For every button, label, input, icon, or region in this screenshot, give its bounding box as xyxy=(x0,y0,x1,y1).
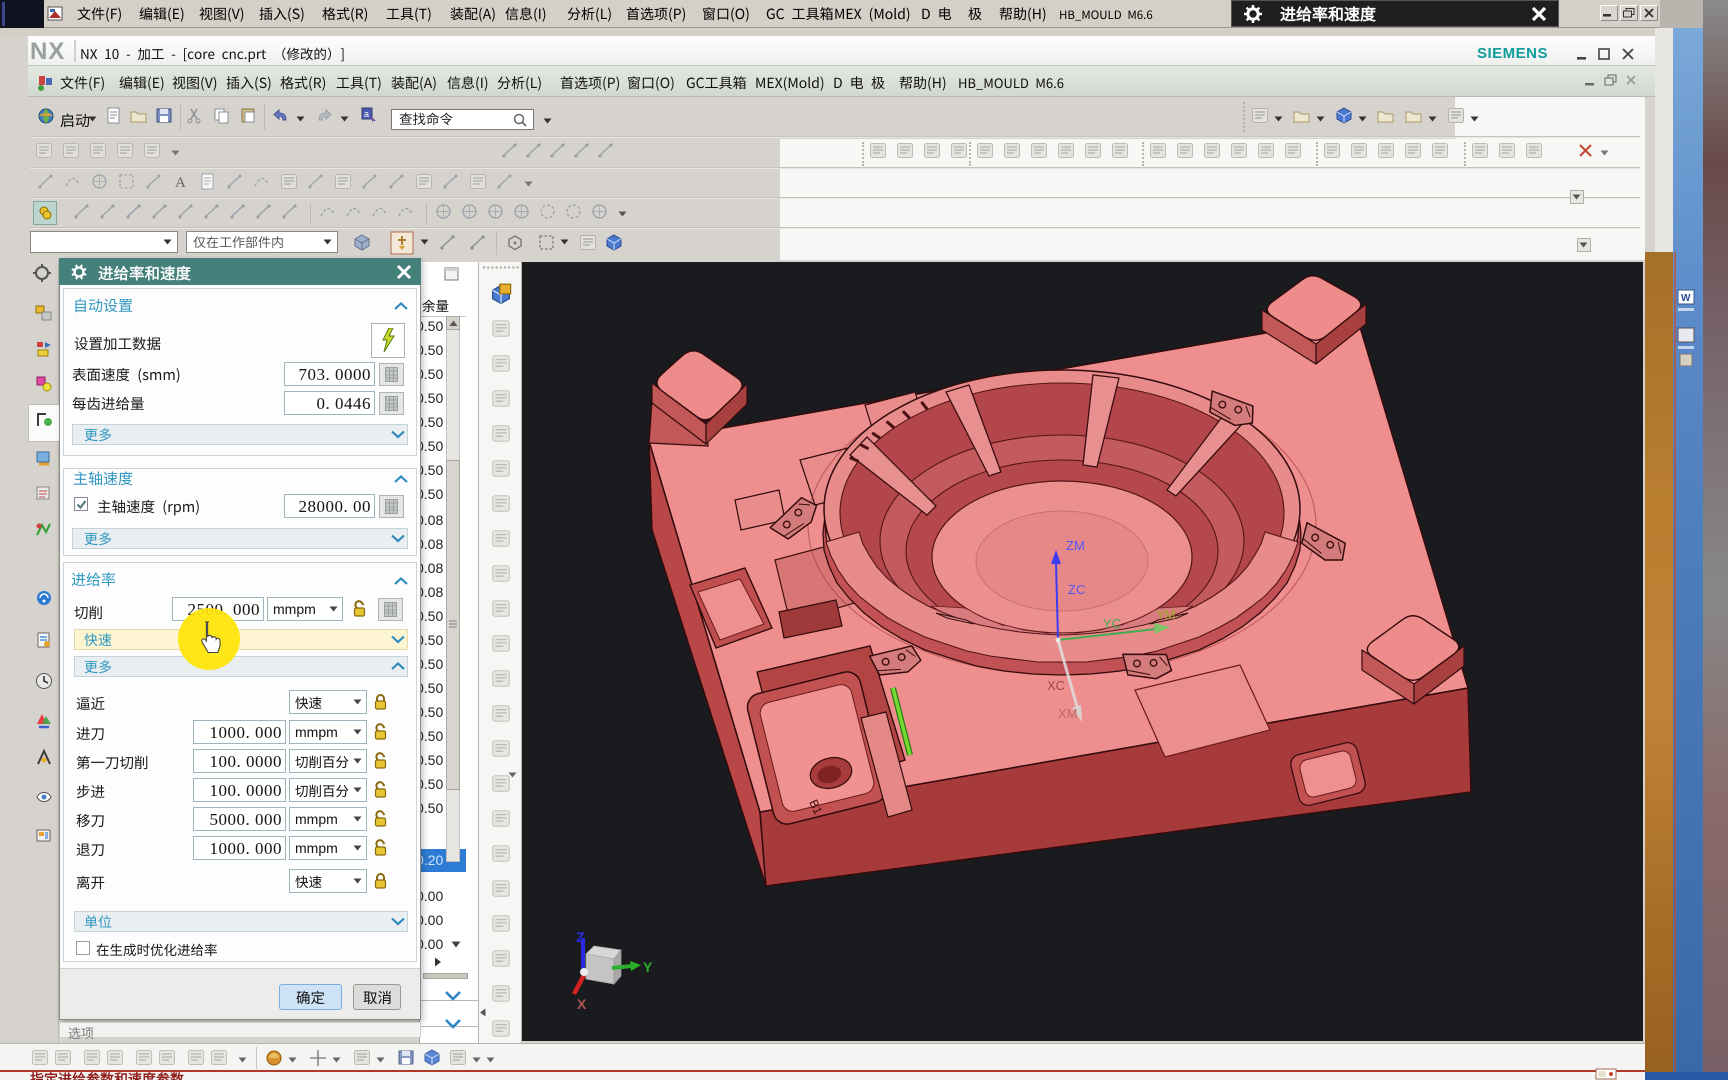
svg-text:XC: XC xyxy=(1047,678,1065,693)
svg-text:Y: Y xyxy=(643,959,653,975)
svg-text:XM: XM xyxy=(1058,706,1078,721)
svg-text:A: A xyxy=(175,175,186,191)
svg-text:ZM: ZM xyxy=(1066,538,1085,553)
svg-text:W: W xyxy=(1681,293,1691,304)
svg-text:YM: YM xyxy=(1156,607,1176,622)
svg-text:X: X xyxy=(577,996,587,1012)
svg-text:a: a xyxy=(364,109,369,119)
svg-text:YC: YC xyxy=(1103,616,1121,631)
svg-text:Z: Z xyxy=(576,929,585,945)
svg-text:ZC: ZC xyxy=(1068,582,1085,597)
